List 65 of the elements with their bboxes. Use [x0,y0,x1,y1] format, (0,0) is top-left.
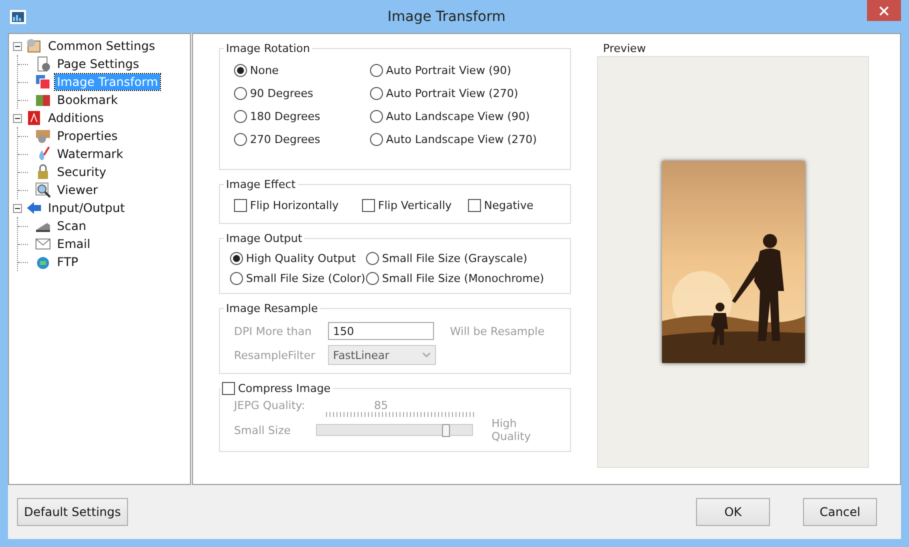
radio-circle[interactable] [366,272,379,284]
field-label: DPI More than [234,324,313,338]
group-title: Image Rotation [225,42,311,55]
collapse-icon[interactable] [13,42,22,50]
radio-circle[interactable] [234,132,247,146]
default-settings-button[interactable]: Default Settings [17,498,128,526]
radio-button[interactable]: High Quality Output [230,249,366,267]
radio-circle[interactable] [230,252,243,264]
tree-item[interactable]: FTP [55,254,80,270]
radio-button[interactable]: 270 Degrees [234,130,370,148]
field-label: ResampleFilter [234,348,316,362]
checkbox-option[interactable]: Flip Vertically [362,196,468,214]
cancel-button[interactable]: Cancel [803,498,877,526]
radio-button[interactable]: Small File Size (Color) [230,269,366,287]
tree-item[interactable]: Email [55,236,92,252]
app-icon [10,10,26,24]
radio-circle[interactable] [234,86,247,100]
collapse-icon[interactable] [13,204,22,212]
radio-circle[interactable] [234,64,247,76]
radio-button[interactable]: Auto Portrait View (90) [370,61,556,79]
close-icon [879,6,889,16]
checkbox[interactable] [362,198,375,212]
radio-button[interactable]: 180 Degrees [234,107,370,125]
tree-item[interactable]: Viewer [55,182,100,198]
tree-item[interactable]: Page Settings [55,56,142,72]
radio-circle[interactable] [370,64,383,76]
radio-circle[interactable] [370,110,383,122]
radio-button[interactable]: Auto Landscape View (90) [370,107,556,125]
radio-circle[interactable] [370,132,383,146]
min-label: Small Size [234,424,292,436]
radio-circle[interactable] [230,272,243,284]
tree-item[interactable]: Bookmark [55,92,120,108]
group-title: Image Effect [225,178,297,191]
tree-item[interactable]: Common Settings [46,38,158,54]
group-title: Image Resample [225,302,319,315]
checkbox-option[interactable]: Negative [468,196,534,214]
window-title: Image Transform [386,8,506,24]
checkbox[interactable] [234,198,247,212]
radio-circle[interactable] [234,110,247,122]
field-label: JEPG Quality: [234,399,306,412]
max-label: High Quality [491,417,532,443]
radio-circle[interactable] [370,86,383,100]
checkbox[interactable] [468,198,481,212]
tree-item[interactable]: Properties [55,128,120,144]
group-title: Image Output [225,232,304,245]
chevron-icon [422,352,431,358]
radio-button[interactable]: 90 Degrees [234,84,370,102]
radio-circle[interactable] [366,252,379,264]
tree-item[interactable]: Security [55,164,108,180]
tree-item[interactable]: Scan [55,218,88,234]
preview-title: Preview [602,42,647,56]
radio-button[interactable]: None [234,61,370,79]
radio-button[interactable]: Auto Portrait View (270) [370,84,556,102]
hint-text: Will be Resample [450,324,544,338]
radio-button[interactable]: Auto Landscape View (270) [370,130,556,148]
checkbox-option[interactable]: Flip Horizontally [234,196,362,214]
quality-value: 85 [374,399,388,412]
radio-button[interactable]: Small File Size (Monochrome) [366,269,556,287]
ok-button[interactable]: OK [696,498,770,526]
tree-item[interactable]: Watermark [55,146,126,162]
collapse-icon[interactable] [13,114,22,122]
tree-item[interactable]: Additions [46,110,106,126]
tree-item[interactable]: Input/Output [46,200,127,216]
radio-button[interactable]: Small File Size (Grayscale) [366,249,556,267]
close-button[interactable] [867,0,901,21]
